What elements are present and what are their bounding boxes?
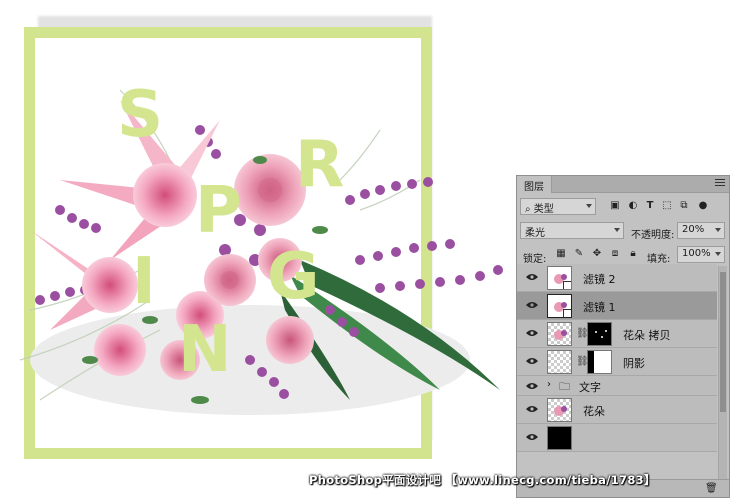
lock-label: 锁定:	[523, 254, 547, 265]
watermark-text: PhotoShop平面设计吧 【www.linecg.com/tieba/178…	[309, 473, 656, 487]
poster-letter-i: I	[132, 245, 156, 319]
layer-thumbnail	[547, 350, 572, 374]
lock-image-icon[interactable]: ✎	[573, 248, 585, 260]
visibility-eye-icon[interactable]	[526, 382, 538, 390]
filter-row: ⌕ 类型 ▣ ◐ T ⬚ ⧉ ●	[517, 195, 729, 219]
chevron-down-icon	[614, 228, 620, 232]
flower-bouquet-image	[19, 89, 503, 415]
layer-thumbnail	[547, 398, 572, 422]
filter-kind-value: 类型	[533, 204, 554, 215]
smart-object-filter-icon[interactable]: ⧉	[678, 200, 690, 212]
fill-field[interactable]: 100%	[677, 246, 725, 263]
chevron-down-icon	[715, 228, 721, 232]
layer-thumbnail	[547, 426, 572, 450]
lock-position-icon[interactable]: ✥	[591, 248, 603, 260]
opacity-label: 不透明度:	[631, 230, 675, 241]
opacity-value: 20%	[682, 224, 705, 235]
layer-thumbnail	[547, 322, 572, 346]
trash-icon[interactable]: 🗑︎	[705, 483, 718, 495]
scrollbar-thumb[interactable]	[720, 272, 726, 412]
blend-mode-select[interactable]: 柔光	[520, 222, 624, 239]
smart-object-icon	[563, 281, 571, 289]
smart-object-icon	[563, 309, 571, 317]
blend-mode-value: 柔光	[525, 228, 545, 239]
shape-filter-icon[interactable]: ⬚	[661, 200, 673, 212]
layer-group-row[interactable]: › 🗀︎ 文字	[517, 376, 717, 396]
layer-row-selected[interactable]: 滤镜 1	[517, 292, 717, 320]
lock-all-icon[interactable]: 🔒︎	[627, 248, 639, 260]
layer-mask-thumbnail[interactable]	[587, 350, 612, 374]
chevron-right-icon[interactable]: ›	[547, 379, 551, 390]
opacity-field[interactable]: 20%	[677, 222, 725, 239]
layer-row[interactable]: ⛓ 阴影	[517, 348, 717, 376]
visibility-eye-icon[interactable]	[526, 273, 538, 281]
layers-scrollbar[interactable]	[718, 266, 727, 491]
layer-row[interactable]: 花朵	[517, 396, 717, 424]
layer-name: 滤镜 1	[583, 301, 616, 314]
panel-menu-icon[interactable]	[715, 179, 725, 189]
type-filter-icon[interactable]: T	[644, 200, 656, 212]
folder-icon: 🗀︎	[559, 380, 570, 393]
poster-canvas: S P R I N G	[0, 0, 520, 498]
poster-letter-n: N	[178, 313, 232, 387]
layer-row[interactable]: 滤镜 2	[517, 264, 717, 292]
layer-row[interactable]	[517, 424, 717, 452]
adjustment-filter-icon[interactable]: ◐	[627, 200, 639, 212]
filter-kind-select[interactable]: ⌕ 类型	[520, 198, 596, 215]
filter-toggle-icon[interactable]: ●	[697, 200, 709, 212]
tab-layers[interactable]: 图层	[517, 176, 552, 193]
layer-name: 滤镜 2	[583, 273, 616, 286]
poster-letter-r: R	[295, 128, 345, 202]
layer-mask-thumbnail[interactable]	[587, 322, 612, 346]
layer-list: 滤镜 2 滤镜 1 ⛓ 花朵 拷贝 ⛓ 阴影 › 🗀︎ 文字 花朵	[517, 264, 717, 497]
layer-thumbnail	[547, 266, 572, 290]
visibility-eye-icon[interactable]	[526, 405, 538, 413]
layer-thumbnail	[547, 294, 572, 318]
lock-transparent-icon[interactable]: ▦	[555, 248, 567, 260]
panel-tab-bar: 图层	[517, 176, 729, 193]
chevron-down-icon	[715, 252, 721, 256]
pixel-filter-icon[interactable]: ▣	[609, 200, 621, 212]
layers-panel: 图层 ⌕ 类型 ▣ ◐ T ⬚ ⧉ ● 柔光 不透明度: 20% 锁定: ▦ ✎…	[516, 175, 730, 498]
layer-name: 花朵 拷贝	[623, 329, 671, 342]
lock-artboard-icon[interactable]: ⧈	[609, 248, 621, 260]
layer-name: 文字	[579, 381, 601, 394]
fill-label: 填充:	[647, 254, 671, 265]
visibility-eye-icon[interactable]	[526, 301, 538, 309]
search-icon: ⌕	[525, 204, 534, 215]
layer-row[interactable]: ⛓ 花朵 拷贝	[517, 320, 717, 348]
poster-letter-g: G	[267, 240, 320, 314]
visibility-eye-icon[interactable]	[526, 329, 538, 337]
visibility-eye-icon[interactable]	[526, 357, 538, 365]
layer-name: 花朵	[583, 405, 605, 418]
visibility-eye-icon[interactable]	[526, 433, 538, 441]
chevron-down-icon	[586, 204, 592, 208]
poster-letter-s: S	[117, 78, 164, 152]
fill-value: 100%	[682, 248, 711, 259]
poster-letter-p: P	[195, 174, 242, 248]
blend-row: 柔光 不透明度: 20%	[517, 219, 729, 243]
layer-name: 阴影	[623, 357, 645, 370]
